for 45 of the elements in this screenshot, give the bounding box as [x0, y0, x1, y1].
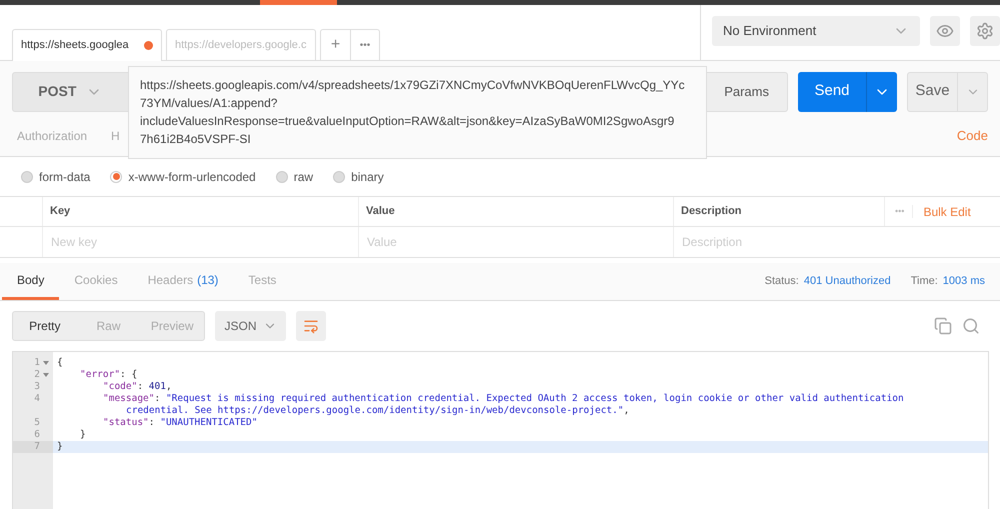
bulk-edit-button[interactable]: Bulk Edit [923, 202, 971, 220]
column-header: Value [366, 204, 395, 220]
url-field[interactable]: https://sheets.googleapis.com/v4/spreadsheets/1x79GZi7XNCmyCoVfwNVKBOqUerenFLWvcQg_YYc 73YM/values/A1:append? includeValuesInResponse=true&valueInputOption=RAW&alt=json&key=AIzaSyBaW0MI2SgwoAsgr9 7h61i2B4o5VSPF-SI [128, 66, 707, 159]
column-header: Description [681, 204, 742, 220]
method-select[interactable]: POST [12, 72, 129, 112]
response-tab[interactable]: Tests [233, 263, 292, 300]
request-tab[interactable]: https://sheets.googlea [12, 29, 162, 61]
settings-button[interactable] [970, 16, 1000, 46]
line-number: 2 [34, 369, 40, 381]
copy-icon[interactable] [934, 317, 952, 335]
body-mode-radio[interactable]: x-www-form-urlencoded [110, 168, 256, 186]
time-label: Time: [910, 274, 938, 290]
line-number: 5 [34, 417, 40, 429]
request-section-tab[interactable]: H [111, 127, 120, 145]
environment-select[interactable]: No Environment [712, 16, 920, 46]
line-number: 1 [34, 357, 40, 369]
wrap-icon [303, 318, 319, 334]
line-number: 3 [34, 381, 40, 393]
body-mode-radio[interactable]: form-data [21, 168, 90, 186]
status-value: 401 Unauthorized [804, 274, 891, 290]
status-label: Status: [764, 274, 799, 290]
time-value: 1003 ms [942, 274, 985, 290]
column-header: Key [50, 204, 70, 220]
line-number: 4 [34, 393, 40, 405]
response-tab[interactable]: Cookies [59, 263, 133, 300]
body-mode-radio[interactable]: raw [276, 168, 314, 186]
new-tab-button[interactable]: + [321, 30, 351, 60]
fold-arrow-icon[interactable] [42, 373, 48, 377]
request-section-tab[interactable]: Authorization [17, 127, 88, 145]
format-select[interactable]: JSON [215, 311, 286, 341]
view-mode-tab[interactable]: Pretty [13, 312, 77, 340]
response-tab[interactable]: Headers (13) [132, 263, 234, 300]
code-link[interactable]: Code [956, 126, 988, 146]
more-button[interactable]: ••• [351, 30, 379, 60]
fold-arrow-icon[interactable] [42, 361, 48, 365]
eye-button[interactable] [930, 16, 960, 46]
line-number: 6 [34, 429, 40, 441]
settings-icon [976, 22, 994, 40]
body-mode-radio[interactable]: binary [333, 168, 384, 186]
response-tab[interactable]: Body [2, 263, 60, 300]
params-button[interactable]: Params [705, 72, 788, 112]
code-editor[interactable] [12, 351, 989, 509]
wrap-button[interactable] [296, 311, 326, 341]
search-icon[interactable] [962, 317, 980, 335]
line-number: 7 [34, 441, 40, 453]
